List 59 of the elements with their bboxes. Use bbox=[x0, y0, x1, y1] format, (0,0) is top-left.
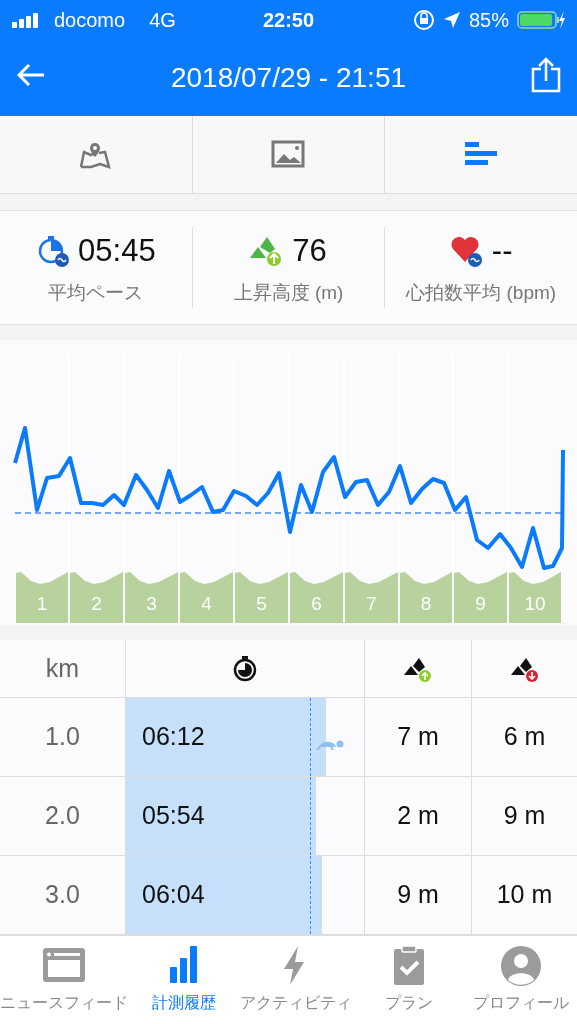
distance-cell-text: 2.0 bbox=[45, 800, 80, 832]
nav-tab[interactable]: プロフィール bbox=[464, 936, 577, 1024]
elevation-bar bbox=[16, 572, 68, 623]
battery-percent: 85% bbox=[468, 8, 509, 33]
nav-tab[interactable]: プラン bbox=[352, 936, 465, 1024]
descent-cell-text: 6 m bbox=[503, 721, 546, 753]
elevation-bar bbox=[509, 572, 561, 623]
lap-number: 3 bbox=[146, 593, 157, 614]
lap-number: 5 bbox=[256, 593, 267, 614]
image-icon[interactable] bbox=[270, 139, 307, 170]
elevation-bar bbox=[125, 572, 178, 623]
lap-number: 10 bbox=[524, 593, 546, 614]
distance-cell-text: 3.0 bbox=[45, 879, 80, 911]
stat-label: 平均ペース bbox=[48, 280, 144, 305]
pace-cell-text: 06:04 bbox=[141, 879, 205, 911]
nav-tab[interactable]: アクティビティ bbox=[240, 936, 353, 1024]
lap-number: 8 bbox=[420, 593, 432, 614]
elevation-bar bbox=[290, 572, 343, 623]
network-type: 4G bbox=[149, 8, 176, 33]
stat-value: 05:45 bbox=[78, 232, 156, 270]
stat-value: 76 bbox=[292, 232, 327, 270]
lap-number: 4 bbox=[201, 593, 212, 614]
share-icon bbox=[531, 56, 561, 93]
stat-label: 心拍数平均 (bpm) bbox=[406, 280, 557, 305]
elevation-bar bbox=[454, 572, 507, 623]
lap-number: 7 bbox=[366, 593, 377, 614]
heart-icon bbox=[449, 234, 484, 269]
ascent-cell-text: 7 m bbox=[397, 721, 439, 753]
elevation-bar bbox=[345, 572, 398, 623]
lap-number: 2 bbox=[91, 593, 102, 614]
lap-number: 1 bbox=[36, 593, 48, 614]
stopwatch-icon bbox=[231, 654, 259, 683]
ascent-cell-text: 9 m bbox=[397, 879, 439, 911]
nav-tab[interactable]: 計測履歴 bbox=[128, 936, 241, 1024]
descent-cell-text: 10 m bbox=[496, 879, 553, 911]
pace-cell-text: 05:54 bbox=[141, 800, 205, 832]
back-arrow-icon bbox=[16, 62, 46, 87]
ascent-cell-text: 2 m bbox=[397, 800, 439, 832]
pace-cell-text: 06:12 bbox=[141, 721, 205, 753]
elevation-bar bbox=[400, 572, 452, 623]
clock-time: 22:50 bbox=[262, 8, 315, 33]
descent-cell-text: 9 m bbox=[503, 800, 546, 832]
nav-tab[interactable]: ニュースフィード bbox=[0, 936, 128, 1024]
column-header: km bbox=[45, 652, 80, 684]
location-arrow-icon bbox=[442, 11, 461, 29]
elevation-bar bbox=[180, 572, 233, 623]
screen-title: 2018/07/29 - 21:51 bbox=[169, 61, 408, 95]
lap-number: 6 bbox=[311, 593, 322, 614]
lap-number: 9 bbox=[475, 593, 486, 614]
carrier-name: docomo bbox=[54, 8, 126, 33]
person-circle-icon bbox=[498, 945, 543, 987]
stat-value: -- bbox=[491, 232, 513, 270]
elevation-bar bbox=[70, 572, 123, 623]
distance-cell-text: 1.0 bbox=[45, 721, 80, 753]
stat-label: 上昇高度 (m) bbox=[233, 280, 344, 305]
stopwatch-icon bbox=[36, 234, 71, 269]
battery-charging-icon bbox=[517, 10, 565, 30]
rotation-lock-icon bbox=[412, 9, 435, 31]
elevation-bar bbox=[235, 572, 288, 623]
